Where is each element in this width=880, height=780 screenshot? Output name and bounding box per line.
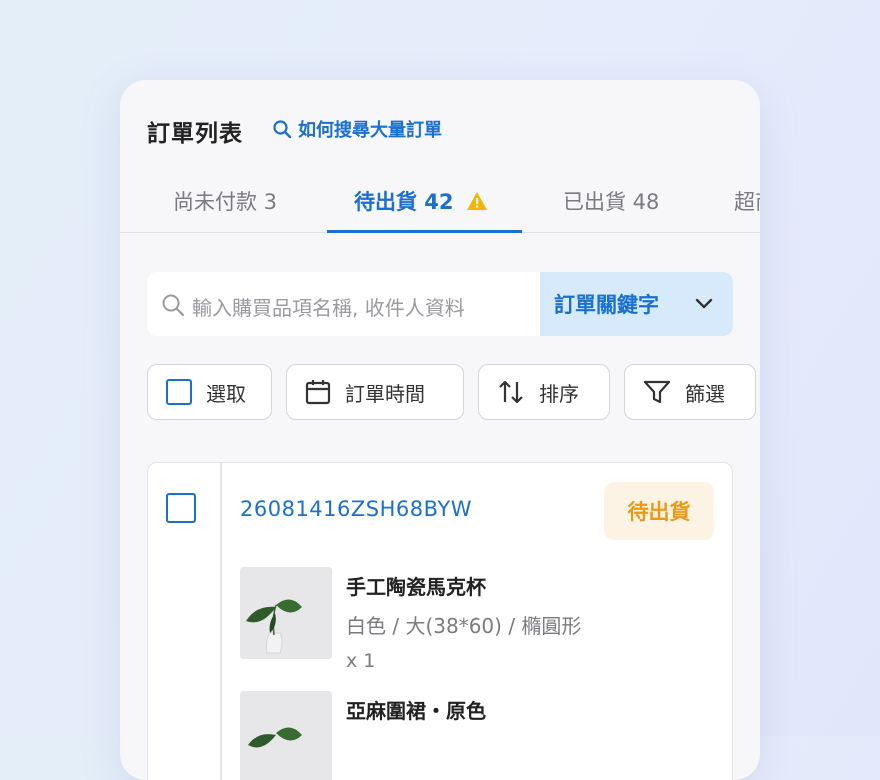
sort-button[interactable]: 排序: [478, 364, 610, 420]
order-card[interactable]: 26081416ZSH68BYW 待出貨 手工陶瓷馬克杯 白色 / 大(38*6…: [147, 462, 733, 780]
filter-button[interactable]: 篩選: [624, 364, 756, 420]
plant-image: [240, 567, 332, 659]
help-link[interactable]: 如何搜尋大量訂單: [272, 116, 442, 142]
keyword-type-select[interactable]: 訂單關鍵字: [540, 272, 733, 336]
keyword-type-label: 訂單關鍵字: [554, 293, 659, 317]
search-icon: [162, 294, 185, 317]
calendar-icon: [305, 380, 331, 405]
help-link-label: 如何搜尋大量訂單: [298, 120, 442, 141]
checkbox-icon: [166, 379, 192, 405]
filter-button-label: 篩選: [685, 381, 725, 406]
order-id[interactable]: 26081416ZSH68BYW: [240, 497, 472, 521]
filter-icon: [643, 380, 671, 404]
search-icon: [273, 120, 292, 139]
select-button[interactable]: 選取: [147, 364, 272, 420]
product-quantity: x 1: [346, 650, 376, 672]
order-list-card: 訂單列表 如何搜尋大量訂單 尚未付款 3 待出貨 42 已出貨 48 超商 輸入…: [120, 80, 760, 780]
product-variant: 白色 / 大(38*60) / 橢圓形: [346, 614, 582, 638]
product-name: 手工陶瓷馬克杯: [346, 575, 486, 599]
sort-button-label: 排序: [539, 381, 579, 406]
order-time-button-label: 訂單時間: [345, 381, 425, 406]
active-tab-underline: [327, 230, 522, 233]
tab-shipped[interactable]: 已出貨 48: [563, 186, 659, 216]
order-time-button[interactable]: 訂單時間: [286, 364, 464, 420]
tab-to-ship[interactable]: 待出貨 42: [354, 186, 488, 216]
search-input[interactable]: 輸入購買品項名稱, 收件人資料: [192, 292, 465, 321]
search-bar: 輸入購買品項名稱, 收件人資料 訂單關鍵字: [147, 272, 733, 336]
select-button-label: 選取: [206, 381, 246, 406]
tab-convenience-store[interactable]: 超商: [734, 186, 760, 216]
warning-icon: [466, 192, 487, 210]
product-name: 亞麻圍裙・原色: [346, 699, 486, 723]
page-title: 訂單列表: [147, 121, 243, 147]
chevron-down-icon: [695, 298, 713, 309]
tab-unpaid[interactable]: 尚未付款 3: [173, 186, 277, 216]
sort-icon: [499, 380, 523, 404]
order-card-divider: [220, 463, 222, 780]
status-tabs: 尚未付款 3 待出貨 42 已出貨 48 超商: [120, 172, 760, 233]
order-checkbox[interactable]: [166, 493, 196, 523]
product-thumbnail: [240, 567, 332, 659]
tab-to-ship-label: 待出貨 42: [354, 190, 454, 214]
status-badge: 待出貨: [604, 482, 714, 540]
